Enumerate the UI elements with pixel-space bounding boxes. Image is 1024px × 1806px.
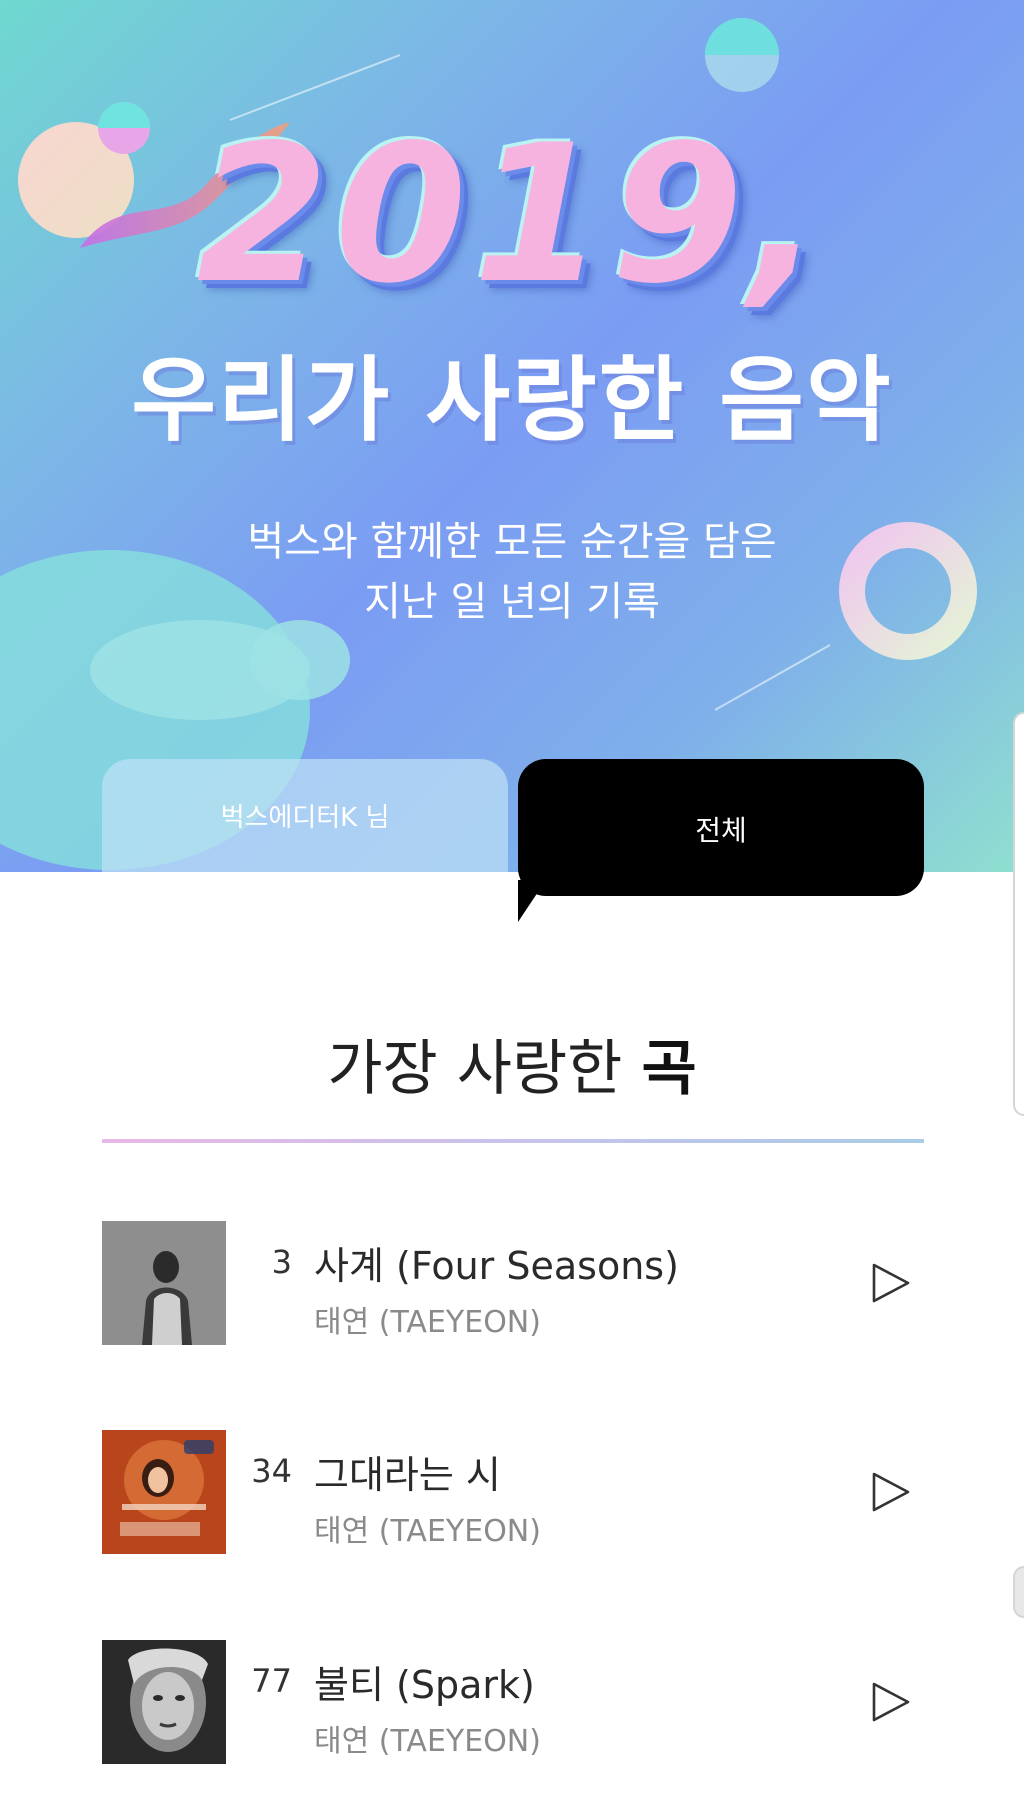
song-artist: 태연 (TAEYEON)	[314, 1724, 541, 1759]
section-title-prefix: 가장 사랑한	[327, 1034, 623, 1104]
song-title: 그대라는 시	[314, 1453, 501, 1497]
tab-all[interactable]: 전체	[518, 759, 924, 896]
album-cover	[102, 1221, 226, 1345]
hero-banner: 2019, 우리가 사랑한 음악 벅스와 함께한 모든 순간을 담은 지난 일 …	[0, 0, 1024, 872]
tab-all-pointer	[518, 880, 546, 922]
edge-panel-handle[interactable]	[1013, 712, 1024, 1116]
song-rank: 34	[251, 1452, 292, 1490]
section-divider	[102, 1139, 924, 1143]
section-title-emphasis: 곡	[641, 1034, 697, 1104]
song-row[interactable]: 34 그대라는 시 태연 (TAEYEON)	[102, 1430, 924, 1554]
song-artist: 태연 (TAEYEON)	[314, 1305, 541, 1340]
album-cover	[102, 1430, 226, 1554]
play-icon[interactable]	[870, 1470, 912, 1514]
hero-subtitle-line2: 지난 일 년의 기록	[364, 579, 660, 625]
song-row[interactable]: 77 불티 (Spark) 태연 (TAEYEON)	[102, 1640, 924, 1764]
hero-subtitle-line1: 벅스와 함께한 모든 순간을 담은	[247, 519, 777, 565]
year-heading: 2019,	[196, 104, 828, 325]
song-row[interactable]: 3 사계 (Four Seasons) 태연 (TAEYEON)	[102, 1221, 924, 1345]
album-cover	[102, 1640, 226, 1764]
edge-scroll-handle[interactable]	[1013, 1566, 1024, 1618]
song-rank: 77	[251, 1662, 292, 1700]
song-title: 불티 (Spark)	[314, 1663, 535, 1707]
song-title: 사계 (Four Seasons)	[314, 1244, 679, 1288]
song-artist: 태연 (TAEYEON)	[314, 1514, 541, 1549]
play-icon[interactable]	[870, 1261, 912, 1305]
section-title: 가장 사랑한 곡	[0, 1020, 1024, 1107]
song-rank: 3	[271, 1243, 292, 1281]
play-icon[interactable]	[870, 1680, 912, 1724]
hero-headline: 우리가 사랑한 음악	[131, 347, 893, 454]
tab-my-stats[interactable]: 벅스에디터K 님	[102, 759, 508, 872]
